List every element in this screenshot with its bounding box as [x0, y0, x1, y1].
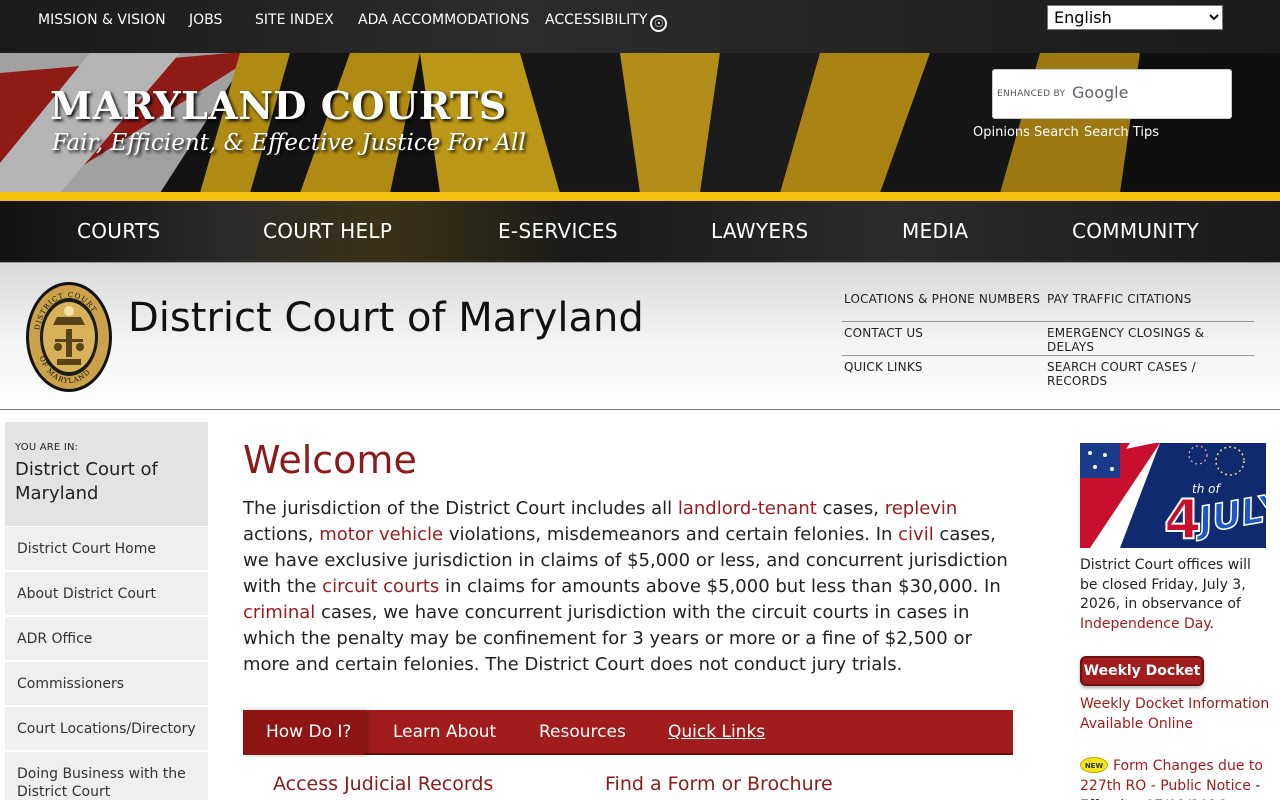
sidebar-item-doing-business[interactable]: Doing Business with the District Court — [5, 752, 208, 800]
main-nav: COURTS COURT HELP E-SERVICES LAWYERS MED… — [0, 201, 1280, 262]
nav-lawyers[interactable]: LAWYERS — [711, 219, 809, 243]
intro-text: cases, — [816, 498, 885, 519]
tab-how-do-i[interactable]: How Do I? — [243, 710, 365, 755]
court-header: DISTRICT COURT OF MARYLAND District Cour… — [0, 262, 1280, 410]
link-locations-phone[interactable]: LOCATIONS & PHONE NUMBERS — [844, 292, 1040, 306]
link-emergency-closings[interactable]: EMERGENCY CLOSINGS & DELAYS — [1047, 326, 1237, 354]
link-quick-links[interactable]: QUICK LINKS — [844, 360, 923, 374]
intro-text: cases, we have concurrent jurisdiction w… — [243, 602, 972, 675]
nav-community[interactable]: COMMUNITY — [1072, 219, 1199, 243]
content-tabs: How Do I? Learn About Resources Quick Li… — [243, 710, 1013, 755]
link-circuit-courts[interactable]: circuit courts — [322, 576, 439, 597]
utility-link-mission[interactable]: MISSION & VISION — [38, 12, 166, 28]
tab-learn-about[interactable]: Learn About — [393, 722, 496, 742]
link-access-judicial-records[interactable]: Access Judicial Records — [273, 773, 493, 795]
header-quick-links: LOCATIONS & PHONE NUMBERS PAY TRAFFIC CI… — [842, 288, 1254, 390]
accessibility-icon: ☉ — [650, 15, 668, 32]
link-criminal[interactable]: criminal — [243, 602, 315, 623]
link-landlord-tenant[interactable]: landlord-tenant — [678, 498, 817, 519]
link-find-form-brochure[interactable]: Find a Form or Brochure — [605, 773, 833, 795]
intro-text: actions, — [243, 524, 320, 545]
tab-quick-links[interactable]: Quick Links — [668, 722, 765, 742]
utility-link-jobs[interactable]: JOBS — [189, 12, 222, 28]
sidebar-item-district-court-home[interactable]: District Court Home — [5, 527, 208, 572]
site-tagline: Fair, Efficient, & Effective Justice For… — [52, 130, 526, 156]
sidebar-item-commissioners[interactable]: Commissioners — [5, 662, 208, 707]
intro-text: violations, misdemeanors and certain fel… — [443, 524, 899, 545]
link-search-court-cases[interactable]: SEARCH COURT CASES / RECORDS — [1047, 360, 1237, 388]
jurisdiction-intro: The jurisdiction of the District Court i… — [243, 496, 1018, 678]
link-civil[interactable]: civil — [898, 524, 934, 545]
search-input[interactable] — [993, 70, 1231, 118]
link-motor-vehicle[interactable]: motor vehicle — [319, 524, 443, 545]
nav-court-help[interactable]: COURT HELP — [263, 219, 392, 243]
fourth-of-july-image[interactable]: 4 JULY th of — [1080, 443, 1266, 548]
header-quick-links-row: LOCATIONS & PHONE NUMBERS PAY TRAFFIC CI… — [842, 288, 1254, 322]
july-banner-text: 4 — [1164, 488, 1202, 548]
link-replevin[interactable]: replevin — [885, 498, 958, 519]
closing-notice-end: . — [1209, 615, 1215, 632]
court-title: District Court of Maryland — [128, 295, 644, 341]
sidebar-item-adr-office[interactable]: ADR Office — [5, 617, 208, 662]
nav-e-services[interactable]: E-SERVICES — [498, 219, 618, 243]
form-change-notice: NEW Form Changes due to 227th RO - Public… — [1080, 756, 1270, 800]
new-badge-icon: NEW — [1080, 757, 1108, 773]
site-banner: MARYLAND COURTS Fair, Efficient, & Effec… — [0, 53, 1280, 193]
site-search[interactable]: ENHANCED BY Google — [992, 69, 1232, 119]
main-content: Welcome The jurisdiction of the District… — [243, 430, 1023, 795]
you-are-in-label: YOU ARE IN: — [15, 442, 79, 453]
gold-stripe — [0, 192, 1280, 201]
opinions-search-link[interactable]: Opinions Search — [973, 125, 1079, 140]
closing-notice-text: District Court offices will be closed Fr… — [1080, 557, 1251, 612]
intro-text: The jurisdiction of the District Court i… — [243, 498, 678, 519]
you-are-in-box: YOU ARE IN: District Court of Maryland — [5, 422, 208, 527]
link-weekly-docket-info[interactable]: Weekly Docket Information Available Onli… — [1080, 694, 1270, 734]
current-section[interactable]: District Court of Maryland — [15, 458, 198, 506]
header-quick-links-row: QUICK LINKS SEARCH COURT CASES / RECORDS — [842, 356, 1254, 390]
svg-text:th of: th of — [1192, 482, 1221, 496]
district-court-seal: DISTRICT COURT OF MARYLAND — [26, 282, 112, 392]
search-tips-link[interactable]: Search Tips — [1084, 125, 1159, 140]
utility-bar: MISSION & VISION JOBS SITE INDEX ADA ACC… — [0, 0, 1280, 53]
welcome-heading: Welcome — [243, 438, 417, 482]
link-contact-us[interactable]: CONTACT US — [844, 326, 923, 340]
nav-media[interactable]: MEDIA — [902, 219, 968, 243]
language-select[interactable]: English — [1047, 5, 1223, 30]
utility-link-accessibility[interactable]: ACCESSIBILITY ☉ — [545, 12, 668, 32]
header-quick-links-row: CONTACT US EMERGENCY CLOSINGS & DELAYS — [842, 322, 1254, 356]
closing-notice: District Court offices will be closed Fr… — [1080, 556, 1270, 634]
intro-text: in claims for amounts above $5,000 but l… — [439, 576, 1001, 597]
utility-link-ada[interactable]: ADA ACCOMMODATIONS — [358, 12, 529, 28]
sidebar-item-court-locations[interactable]: Court Locations/Directory — [5, 707, 208, 752]
weekly-docket-button[interactable]: Weekly Docket — [1080, 656, 1204, 686]
accessibility-label: ACCESSIBILITY — [545, 12, 648, 28]
tab-resources[interactable]: Resources — [539, 722, 626, 742]
nav-courts[interactable]: COURTS — [77, 219, 161, 243]
right-column: 4 JULY th of District Court offices will… — [1080, 443, 1270, 800]
site-title[interactable]: MARYLAND COURTS — [50, 83, 507, 128]
left-sidebar: YOU ARE IN: District Court of Maryland D… — [5, 422, 208, 800]
sidebar-item-about-district-court[interactable]: About District Court — [5, 572, 208, 617]
utility-link-site-index[interactable]: SITE INDEX — [255, 12, 334, 28]
link-pay-traffic-citations[interactable]: PAY TRAFFIC CITATIONS — [1047, 292, 1237, 306]
link-independence-day[interactable]: Independence Day — [1080, 616, 1210, 632]
